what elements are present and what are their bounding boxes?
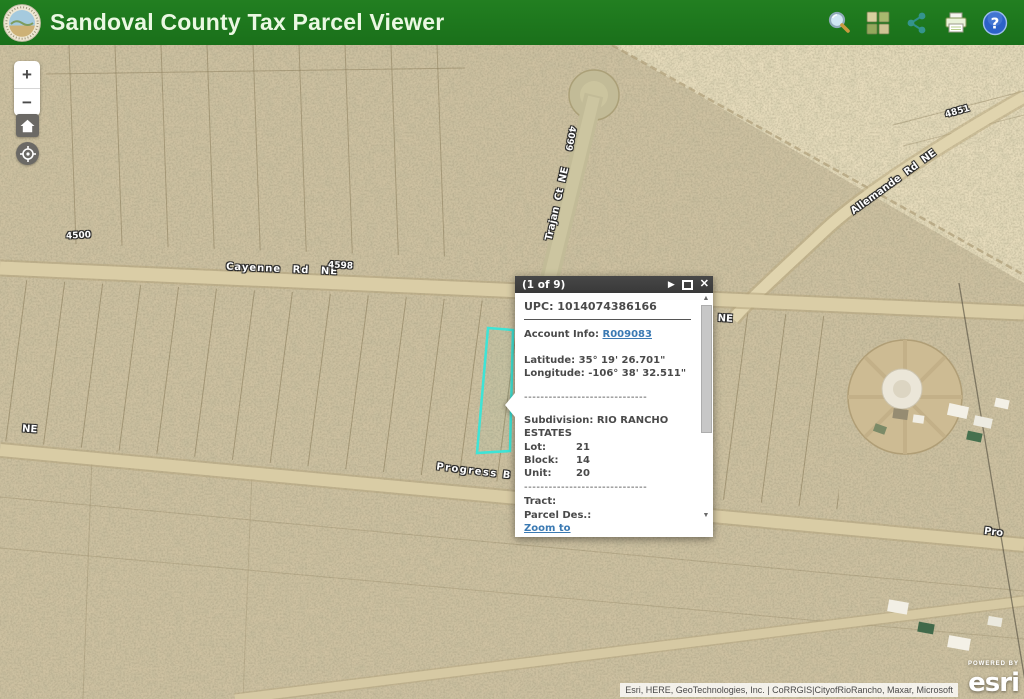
block-label: Block:: [524, 454, 576, 467]
help-button[interactable]: ?: [981, 9, 1008, 36]
next-feature-button[interactable]: ▶: [668, 280, 675, 289]
zoom-in-button[interactable]: +: [14, 61, 40, 88]
unit-label: Unit:: [524, 467, 576, 480]
esri-wordmark: esri: [968, 668, 1019, 698]
account-info-row: Account Info: R009083: [524, 328, 691, 341]
home-icon: [20, 119, 35, 133]
share-icon: [904, 10, 930, 36]
tax-parcel-viewer-app: Sandoval County Tax Parcel Viewer: [0, 0, 1024, 699]
basemap-gallery-button[interactable]: [864, 9, 891, 36]
unit-value: 20: [576, 468, 590, 479]
zoom-out-button[interactable]: −: [14, 88, 40, 116]
map-label-ne: NE: [22, 423, 38, 435]
home-extent-button[interactable]: [16, 114, 39, 137]
map-label-pro: Pro: [983, 526, 1003, 539]
tract-label: Tract:: [524, 495, 691, 508]
zoom-to-link[interactable]: Zoom to: [524, 523, 571, 534]
map-label-4500: 4500: [66, 230, 92, 241]
popup-pager: (1 of 9): [522, 279, 565, 291]
county-seal-icon: [3, 4, 41, 42]
upc-value: UPC: 1014074386166: [524, 300, 691, 315]
scroll-down-icon[interactable]: ▼: [700, 512, 712, 519]
parcel-popup: (1 of 9) ▶ ✕ UPC: 1014074386166 Account …: [515, 276, 713, 537]
dashed-separator: ------------------------------: [524, 481, 691, 494]
dashed-separator: ------------------------------: [524, 391, 691, 404]
help-icon: ?: [982, 10, 1008, 36]
block-value: 14: [576, 455, 590, 466]
search-button[interactable]: [825, 9, 852, 36]
account-info-link[interactable]: R009083: [603, 329, 652, 340]
lot-value: 21: [576, 442, 590, 453]
find-my-location-button[interactable]: [16, 142, 39, 165]
divider: [524, 319, 691, 320]
powered-by-label: POWERED BY: [968, 661, 1019, 667]
lot-row: Lot:21: [524, 441, 691, 454]
app-title: Sandoval County Tax Parcel Viewer: [50, 9, 444, 36]
subdivision-value: Subdivision: RIO RANCHO ESTATES: [524, 414, 691, 440]
locate-icon: [20, 146, 36, 162]
map-canvas[interactable]: 4500 Cayenne Rd NE 4598 4099 Trajan Ct N…: [0, 45, 1024, 699]
block-row: Block:14: [524, 454, 691, 467]
zoom-control: + −: [14, 61, 40, 116]
esri-logo: POWERED BY esri: [968, 661, 1019, 698]
popup-footer: Zoom to: [515, 520, 710, 537]
maximize-button[interactable]: [682, 280, 693, 290]
county-seal-logo: [3, 4, 41, 42]
satellite-basemap: [0, 45, 1024, 699]
popup-pointer: [505, 393, 515, 417]
scroll-up-icon[interactable]: ▲: [700, 295, 712, 302]
basemap-gallery-icon: [865, 10, 891, 36]
maximize-icon: [682, 280, 693, 290]
print-icon: [943, 10, 969, 36]
popup-titlebar-buttons: ▶ ✕: [668, 279, 709, 290]
svg-text:?: ?: [990, 14, 999, 32]
share-button[interactable]: [903, 9, 930, 36]
lot-label: Lot:: [524, 441, 576, 454]
account-info-label: Account Info:: [524, 329, 599, 340]
app-header: Sandoval County Tax Parcel Viewer: [0, 0, 1024, 45]
header-toolbar: ?: [825, 9, 1024, 36]
popup-titlebar[interactable]: (1 of 9) ▶ ✕: [515, 276, 713, 293]
unit-row: Unit:20: [524, 467, 691, 480]
search-icon: [826, 10, 852, 36]
popup-scrollbar[interactable]: ▲ ▼: [700, 295, 712, 519]
popup-content: UPC: 1014074386166 Account Info: R009083…: [515, 293, 713, 523]
latitude-value: Latitude: 35° 19' 26.701": [524, 354, 691, 367]
map-label-4598: 4598: [328, 260, 354, 271]
print-button[interactable]: [942, 9, 969, 36]
map-attribution: Esri, HERE, GeoTechnologies, Inc. | CoRR…: [620, 683, 958, 697]
longitude-value: Longitude: -106° 38' 32.511": [524, 367, 691, 380]
close-button[interactable]: ✕: [700, 279, 709, 290]
scrollbar-thumb[interactable]: [701, 305, 712, 433]
